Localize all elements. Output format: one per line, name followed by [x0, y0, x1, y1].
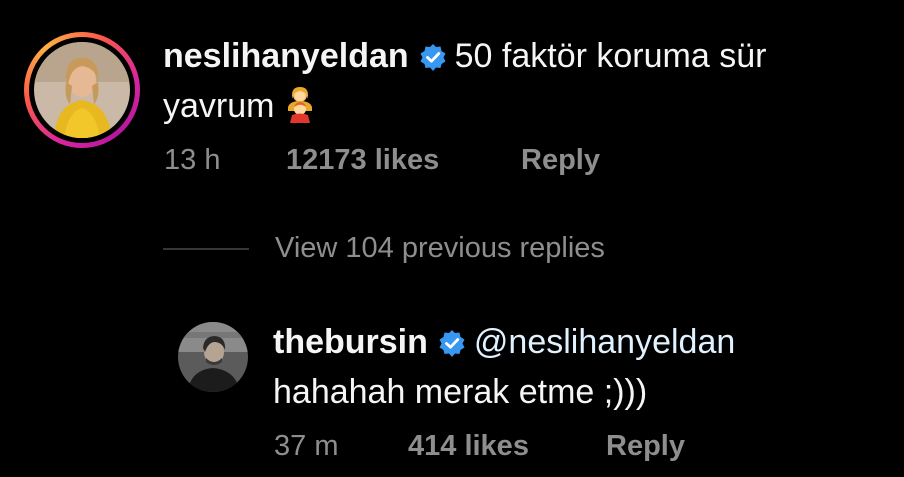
reply-text-line-2: hahahah merak etme ;))) [273, 370, 647, 414]
comment-timestamp: 13 h [164, 144, 221, 176]
comment-text: 50 faktör koruma sür [454, 37, 767, 75]
woman-and-boy-emoji-icon [284, 85, 316, 123]
reply-reply-button[interactable]: Reply [606, 430, 685, 462]
replies-divider [163, 248, 249, 250]
comment-text-line-2: yavrum [163, 84, 316, 128]
reply-avatar-photo [178, 322, 248, 392]
avatar-photo [34, 42, 130, 138]
reply-text-line-1: thebursin @neslihanyeldan [273, 320, 735, 364]
avatar-gap [29, 37, 135, 143]
comment-text-continued: yavrum [163, 87, 275, 125]
reply-likes-count[interactable]: 414 likes [408, 430, 529, 462]
reply-avatar[interactable] [178, 322, 248, 392]
comment-reply-button[interactable]: Reply [521, 144, 600, 176]
reply-username[interactable]: thebursin [273, 323, 428, 361]
comment-likes-count[interactable]: 12173 likes [286, 144, 439, 176]
reply-mention-link[interactable]: @neslihanyeldan [474, 323, 735, 361]
avatar[interactable] [34, 42, 130, 138]
story-ring[interactable] [24, 32, 140, 148]
reply-timestamp: 37 m [274, 430, 339, 462]
view-previous-replies-button[interactable]: View 104 previous replies [275, 230, 605, 266]
comment-username[interactable]: neslihanyeldan [163, 37, 409, 75]
verified-badge-icon [438, 324, 466, 357]
reply-text: hahahah merak etme ;))) [273, 373, 648, 411]
comment-text-line-1: neslihanyeldan 50 faktör koruma sür [163, 34, 766, 78]
verified-badge-icon [419, 38, 447, 71]
